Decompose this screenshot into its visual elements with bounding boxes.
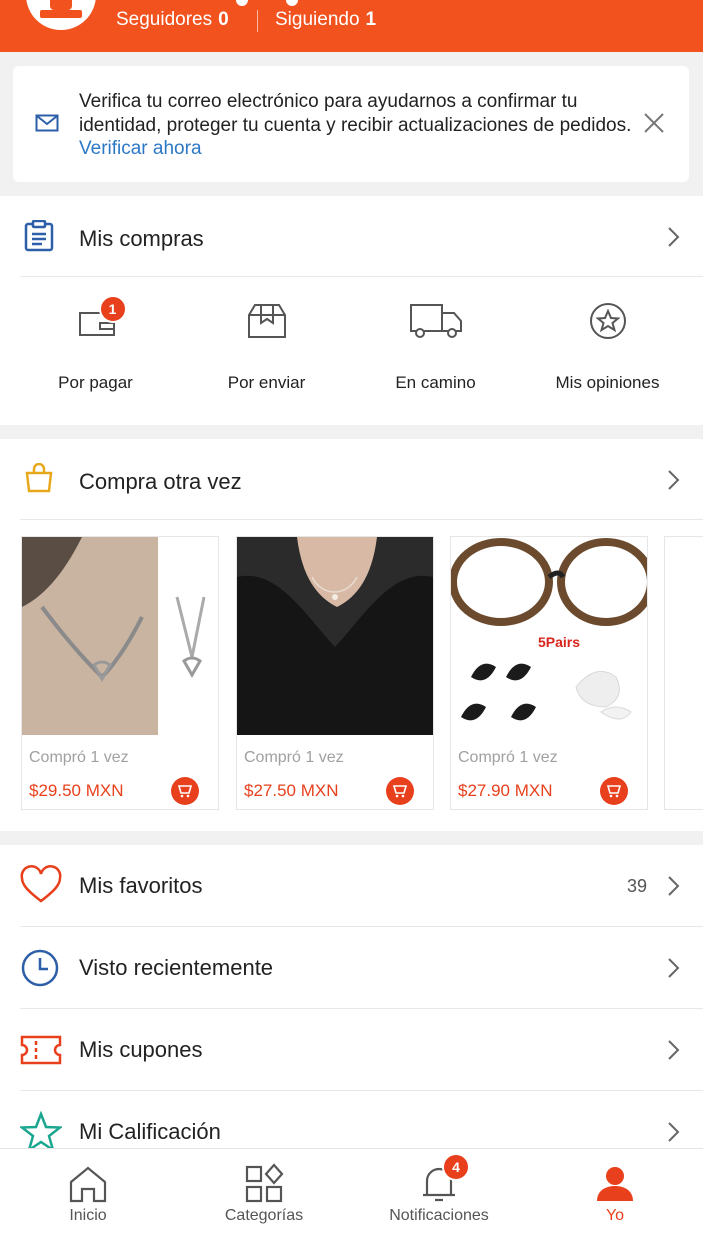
- following-link[interactable]: Siguiendo 1: [275, 9, 376, 31]
- clipboard-icon: [24, 220, 54, 252]
- product-card[interactable]: Compró 1 vez $27.50 MXN: [236, 536, 434, 810]
- product-price: $27.50 MXN: [244, 781, 339, 800]
- product-image: [237, 537, 433, 735]
- product-price: $27.90 MXN: [458, 781, 553, 800]
- status-label: Mis opiniones: [555, 373, 660, 392]
- chevron-right-icon: [668, 876, 680, 896]
- verify-now-link[interactable]: Verificar ahora: [79, 138, 202, 159]
- menu-label: Mis cupones: [79, 1037, 203, 1062]
- bottom-tab-bar: Inicio Categorías 4 Notificaciones Yo: [0, 1148, 703, 1234]
- verify-email-banner: Verifica tu correo electrónico para ayud…: [13, 66, 689, 182]
- tab-label: Inicio: [69, 1207, 107, 1224]
- add-to-cart-button[interactable]: [600, 777, 628, 805]
- following-count: 1: [365, 9, 377, 30]
- status-por-enviar[interactable]: Por enviar: [179, 301, 354, 393]
- chevron-right-icon: [668, 958, 680, 978]
- status-label: Por pagar: [58, 373, 133, 392]
- menu-item-cupones[interactable]: Mis cupones: [0, 1009, 703, 1091]
- coupon-icon: [20, 1035, 62, 1065]
- cart-icon: [606, 785, 622, 798]
- favorites-count: 39: [627, 876, 648, 896]
- tab-categorias[interactable]: Categorías: [189, 1149, 339, 1234]
- bought-count: Compró 1 vez: [244, 749, 344, 766]
- header-decoration: [236, 0, 248, 6]
- verify-message: Verifica tu correo electrónico para ayud…: [79, 91, 632, 136]
- product-card[interactable]: Compró 1 vez $29.50 MXN: [21, 536, 219, 810]
- product-card[interactable]: [664, 536, 703, 810]
- product-price: $29.50 MXN: [29, 781, 124, 800]
- avatar[interactable]: [26, 0, 96, 30]
- divider: [20, 276, 703, 277]
- tab-label: Yo: [605, 1207, 625, 1224]
- truck-icon: [409, 304, 462, 338]
- buy-again-title: Compra otra vez: [79, 469, 242, 494]
- bought-count: Compró 1 vez: [458, 749, 558, 766]
- shopping-bag-icon: [25, 463, 53, 493]
- cart-icon: [177, 785, 193, 798]
- followers-count: 0: [218, 9, 229, 30]
- purchases-title: Mis compras: [79, 226, 204, 251]
- menu-label: Mi Calificación: [79, 1119, 221, 1144]
- profile-header: Seguidores 0 Siguiendo 1: [0, 0, 703, 52]
- divider: [257, 10, 258, 32]
- buy-again-card: Compra otra vez Compró 1 vez $29.50 MXN: [0, 439, 703, 831]
- person-icon: [597, 1167, 633, 1201]
- cart-icon: [392, 785, 408, 798]
- add-to-cart-button[interactable]: [386, 777, 414, 805]
- verify-text: Verifica tu correo electrónico para ayud…: [79, 90, 639, 161]
- tab-notificaciones[interactable]: 4 Notificaciones: [364, 1149, 514, 1234]
- status-por-pagar[interactable]: 1 Por pagar: [8, 295, 183, 393]
- menu-list: Mis favoritos 39 Visto recientemente Mis…: [0, 845, 703, 1153]
- mail-icon: [35, 114, 59, 132]
- chevron-right-icon: [668, 1122, 680, 1142]
- status-label: En camino: [395, 373, 476, 392]
- menu-label: Mis favoritos: [79, 873, 203, 898]
- tab-label: Categorías: [224, 1207, 304, 1224]
- purchases-card: Mis compras 1 Por pagar Por enviar En ca…: [0, 196, 703, 425]
- star-circle-icon: [589, 303, 626, 339]
- divider: [20, 519, 703, 520]
- purchases-header[interactable]: Mis compras: [0, 196, 703, 276]
- menu-item-favoritos[interactable]: Mis favoritos 39: [0, 845, 703, 927]
- status-badge: 1: [98, 295, 127, 323]
- tab-inicio[interactable]: Inicio: [13, 1149, 163, 1234]
- header-decoration: [286, 0, 298, 6]
- product-image: 5Pairs: [451, 537, 647, 735]
- box-icon: [247, 304, 286, 338]
- following-label: Siguiendo: [275, 9, 360, 30]
- tab-yo[interactable]: Yo: [540, 1149, 690, 1234]
- buy-again-header[interactable]: Compra otra vez: [0, 439, 703, 519]
- heart-icon: [20, 865, 62, 903]
- clock-icon: [21, 949, 59, 987]
- chevron-right-icon: [668, 227, 680, 247]
- chevron-right-icon: [668, 1040, 680, 1060]
- followers-label: Seguidores: [116, 9, 213, 30]
- close-icon[interactable]: [643, 112, 665, 134]
- status-en-camino[interactable]: En camino: [348, 301, 523, 393]
- notification-badge: 4: [442, 1153, 470, 1181]
- bought-count: Compró 1 vez: [29, 749, 129, 766]
- product-card[interactable]: 5Pairs Compró 1 vez $27.90 MXN: [450, 536, 648, 810]
- star-icon: [20, 1111, 62, 1153]
- status-label: Por enviar: [227, 373, 306, 392]
- categories-icon: [245, 1163, 284, 1203]
- tab-label: Notificaciones: [389, 1207, 489, 1224]
- menu-label: Visto recientemente: [79, 955, 274, 980]
- home-icon: [69, 1166, 107, 1203]
- add-to-cart-button[interactable]: [171, 777, 199, 805]
- followers-link[interactable]: Seguidores 0: [116, 9, 229, 31]
- product-image: [22, 537, 218, 735]
- status-mis-opiniones[interactable]: Mis opiniones: [520, 301, 695, 393]
- product-overlay-text: 5Pairs: [538, 634, 581, 650]
- chevron-right-icon: [668, 470, 680, 490]
- menu-item-visto[interactable]: Visto recientemente: [0, 927, 703, 1009]
